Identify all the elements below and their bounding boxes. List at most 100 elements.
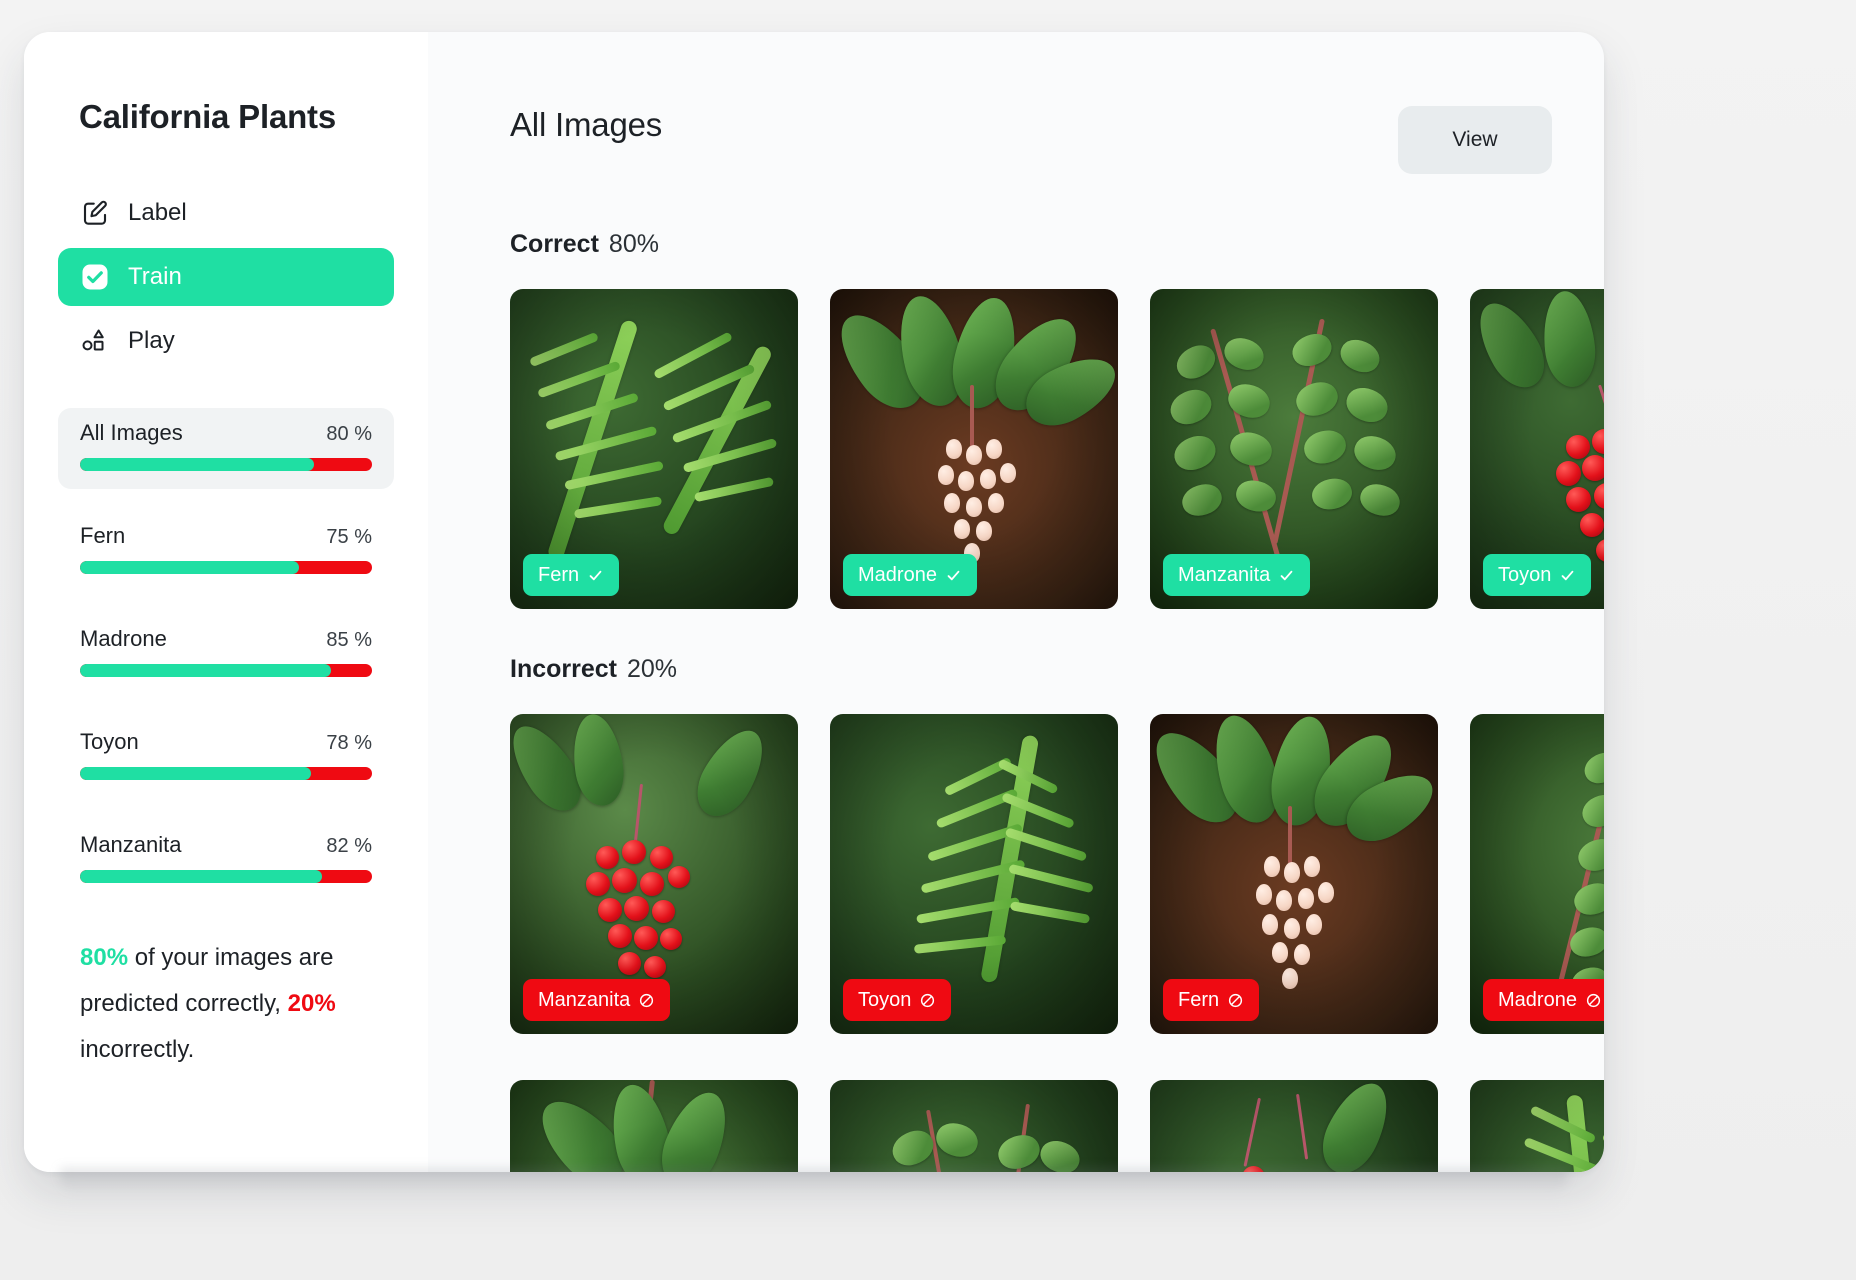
class-name: Madrone: [80, 626, 167, 651]
section-header-correct: Correct 80%: [510, 230, 1552, 259]
accuracy-bar: [80, 664, 372, 677]
badge-label: Manzanita: [538, 988, 631, 1011]
image-card[interactable]: Madrone: [830, 289, 1118, 609]
image-card[interactable]: Toyon: [1470, 289, 1604, 609]
shapes-icon: [80, 326, 110, 356]
sidebar-item-label[interactable]: Label: [58, 184, 394, 242]
badge-label: Toyon: [1498, 563, 1552, 586]
application-window: California Plants Label Train Play All I…: [24, 32, 1604, 1172]
image-card[interactable]: [510, 1080, 798, 1172]
sidebar-item-play-text: Play: [128, 327, 175, 354]
plant-photo-leaves: [510, 1080, 798, 1172]
page-title: California Plants: [79, 98, 336, 135]
plant-photo-berries-2: [1150, 1080, 1438, 1172]
class-accuracy-list: All Images 80 % Fern 75 % Madrone 85 % T…: [24, 408, 428, 901]
badge-label: Fern: [538, 563, 580, 586]
check-icon: [947, 570, 960, 580]
image-card[interactable]: Manzanita: [510, 714, 798, 1034]
plant-photo-fern-3: [1470, 1080, 1604, 1172]
prediction-badge-incorrect: Manzanita: [523, 979, 671, 1021]
plant-photo-shrub: [830, 1080, 1118, 1172]
class-percent: 85 %: [326, 629, 372, 651]
class-row-all-images[interactable]: All Images 80 %: [58, 408, 394, 489]
view-button[interactable]: View: [1398, 106, 1552, 174]
image-card[interactable]: Fern: [510, 289, 798, 609]
section-percent: 20%: [626, 655, 678, 683]
summary-correct-pct: 80%: [80, 944, 129, 971]
class-name: Toyon: [80, 729, 139, 754]
sidebar: California Plants Label Train Play All I…: [24, 32, 428, 1172]
main-header: All Images View: [510, 106, 1552, 174]
class-row-toyon[interactable]: Toyon 78 %: [58, 717, 394, 798]
accuracy-bar: [80, 767, 372, 780]
section-header-incorrect: Incorrect 20%: [510, 655, 1552, 684]
photo-vignette: [1470, 1080, 1604, 1172]
class-percent: 82 %: [326, 835, 372, 857]
sidebar-nav: Label Train Play: [24, 184, 428, 370]
accuracy-bar: [80, 561, 372, 574]
accuracy-bar-fill: [80, 767, 311, 780]
accuracy-bar-fill: [80, 870, 323, 883]
class-name: Fern: [80, 523, 126, 548]
prediction-badge-incorrect: Fern: [1163, 979, 1260, 1021]
prediction-badge-correct: Madrone: [843, 554, 977, 596]
check-icon: [1280, 570, 1293, 580]
check-icon: [589, 570, 602, 580]
class-row-madrone[interactable]: Madrone 85 %: [58, 614, 394, 695]
accuracy-bar-fill: [80, 561, 299, 574]
sidebar-item-train[interactable]: Train: [58, 248, 394, 306]
main-title: All Images: [510, 106, 663, 143]
class-percent: 75 %: [326, 526, 372, 548]
slash-circle-icon: [1229, 993, 1243, 1007]
accuracy-bar: [80, 458, 372, 471]
photo-vignette: [1150, 1080, 1438, 1172]
photo-vignette: [830, 1080, 1118, 1172]
class-name: All Images: [80, 420, 183, 445]
prediction-badge-correct: Fern: [523, 554, 620, 596]
image-card[interactable]: Manzanita: [1150, 289, 1438, 609]
class-name: Manzanita: [80, 832, 182, 857]
checkbox-checked-icon: [80, 262, 110, 292]
class-row-manzanita[interactable]: Manzanita 82 %: [58, 820, 394, 901]
check-icon: [1561, 570, 1574, 580]
app-root: California Plants Label Train Play All I…: [0, 0, 1856, 1280]
badge-label: Manzanita: [1178, 563, 1271, 586]
image-grid-incorrect: Manzanita Toyon Fern Madrone: [510, 714, 1604, 1034]
image-card[interactable]: [1150, 1080, 1438, 1172]
section-percent: 80%: [608, 230, 659, 258]
class-percent: 80 %: [326, 423, 372, 445]
section-label: Incorrect: [510, 655, 617, 683]
pencil-square-icon: [80, 198, 110, 228]
prediction-badge-incorrect: Toyon: [843, 979, 952, 1021]
accuracy-bar: [80, 870, 372, 883]
summary-incorrect-pct: 20%: [287, 990, 336, 1017]
sidebar-item-train-text: Train: [128, 263, 182, 290]
badge-label: Toyon: [858, 988, 912, 1011]
photo-vignette: [510, 1080, 798, 1172]
prediction-badge-incorrect: Madrone: [1483, 979, 1604, 1021]
summary-tail-text: incorrectly.: [80, 1036, 195, 1063]
slash-circle-icon: [640, 993, 654, 1007]
image-card[interactable]: Madrone: [1470, 714, 1604, 1034]
slash-circle-icon: [1586, 993, 1601, 1007]
accuracy-bar-fill: [80, 664, 332, 677]
image-card[interactable]: Fern: [1150, 714, 1438, 1034]
section-label: Correct: [510, 230, 599, 258]
slash-circle-icon: [921, 993, 935, 1007]
image-grid-partial: [510, 1080, 1604, 1172]
sidebar-item-play[interactable]: Play: [58, 312, 394, 370]
accuracy-bar-fill: [80, 458, 314, 471]
image-card[interactable]: Toyon: [830, 714, 1118, 1034]
image-card[interactable]: [830, 1080, 1118, 1172]
prediction-badge-correct: Toyon: [1483, 554, 1592, 596]
image-card[interactable]: [1470, 1080, 1604, 1172]
main-content: All Images View Correct 80% Fern Madrone…: [428, 32, 1604, 1172]
prediction-badge-correct: Manzanita: [1163, 554, 1311, 596]
class-percent: 78 %: [326, 732, 372, 754]
badge-label: Fern: [1178, 988, 1220, 1011]
window-base-shadow: [60, 1168, 1568, 1194]
image-grid-correct: Fern Madrone Manzanita Toyon: [510, 289, 1604, 609]
badge-label: Madrone: [858, 563, 937, 586]
accuracy-summary: 80% of your images are predicted correct…: [24, 935, 428, 1073]
class-row-fern[interactable]: Fern 75 %: [58, 511, 394, 592]
